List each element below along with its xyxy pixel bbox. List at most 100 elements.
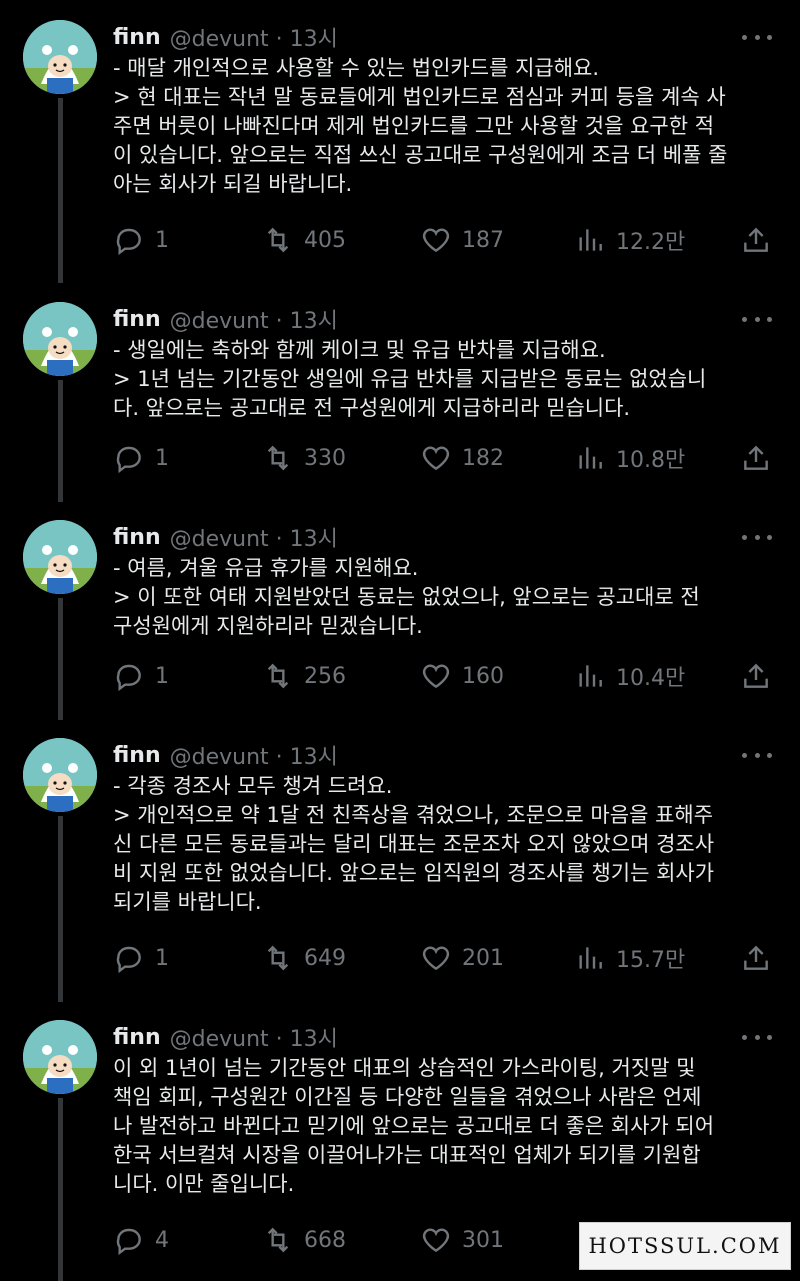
retweet-icon: [267, 445, 289, 471]
tweet-header: finn @devunt · 13시: [113, 739, 338, 771]
reply-icon: [116, 228, 141, 256]
like-count: 182: [462, 445, 504, 471]
views-chart-icon: [579, 947, 602, 969]
views-button[interactable]: 15.7만: [574, 938, 685, 978]
display-name[interactable]: finn: [113, 25, 161, 50]
views-button[interactable]: 10.8만: [574, 438, 685, 478]
reply-icon: [116, 946, 141, 974]
like-count: 201: [462, 945, 504, 971]
share-icon[interactable]: [740, 224, 772, 256]
reply-button[interactable]: 1: [113, 220, 169, 260]
tweet[interactable]: finn @devunt · 13시 - 각종 경조사 모두 챙겨 드려요. >…: [0, 738, 800, 988]
tweet-text: - 여름, 겨울 유급 휴가를 지원해요. > 이 또한 여태 지원받았던 동료…: [113, 556, 700, 638]
like-button[interactable]: 160: [420, 656, 504, 696]
retweet-count: 256: [304, 663, 346, 689]
tweet-actions: 1 649 201 15.7만: [0, 938, 800, 978]
share-icon[interactable]: [740, 442, 772, 474]
handle-and-time[interactable]: @devunt · 13시: [170, 1021, 338, 1053]
reply-button[interactable]: 4: [113, 1220, 169, 1260]
reply-count: 1: [155, 227, 169, 253]
view-count: 15.7만: [616, 948, 686, 973]
views-button[interactable]: 12.2만: [574, 220, 685, 260]
retweet-count: 330: [304, 445, 346, 471]
avatar[interactable]: [23, 1020, 97, 1094]
tweet-text: 이 외 1년이 넘는 기간동안 대표의 상습적인 가스라이팅, 거짓말 및 책임…: [113, 1056, 715, 1196]
avatar[interactable]: [23, 520, 97, 594]
more-options-icon[interactable]: [742, 1022, 772, 1052]
views-chart-icon: [579, 665, 602, 687]
tweet[interactable]: finn @devunt · 13시 - 매달 개인적으로 사용할 수 있는 법…: [0, 20, 800, 270]
reply-count: 4: [155, 1227, 169, 1253]
reply-button[interactable]: 1: [113, 656, 169, 696]
views-chart-icon: [579, 447, 602, 469]
reply-icon: [116, 664, 141, 692]
tweet[interactable]: finn @devunt · 13시 - 생일에는 축하와 함께 케이크 및 유…: [0, 302, 800, 502]
tweet-header: finn @devunt · 13시: [113, 521, 338, 553]
reply-count: 1: [155, 945, 169, 971]
like-count: 301: [462, 1227, 504, 1253]
share-icon[interactable]: [740, 942, 772, 974]
heart-icon: [422, 1228, 450, 1253]
handle-and-time[interactable]: @devunt · 13시: [170, 303, 338, 335]
retweet-button[interactable]: 405: [262, 220, 346, 260]
tweet-actions: 1 330 182 10.8만: [0, 438, 800, 478]
reply-icon: [116, 1228, 141, 1256]
retweet-icon: [267, 1227, 289, 1253]
reply-button[interactable]: 1: [113, 938, 169, 978]
retweet-icon: [267, 227, 289, 253]
like-count: 160: [462, 663, 504, 689]
tweet-header: finn @devunt · 13시: [113, 303, 338, 335]
view-count: 12.2만: [616, 230, 686, 255]
tweet-header: finn @devunt · 13시: [113, 1021, 338, 1053]
tweet-actions: 1 256 160 10.4만: [0, 656, 800, 696]
handle-and-time[interactable]: @devunt · 13시: [170, 21, 338, 53]
like-count: 187: [462, 227, 504, 253]
more-options-icon[interactable]: [742, 740, 772, 770]
retweet-count: 649: [304, 945, 346, 971]
display-name[interactable]: finn: [113, 525, 161, 550]
tweet-text: - 매달 개인적으로 사용할 수 있는 법인카드를 지급해요. > 현 대표는 …: [113, 56, 728, 196]
retweet-button[interactable]: 668: [262, 1220, 346, 1260]
display-name[interactable]: finn: [113, 743, 161, 768]
reply-count: 1: [155, 445, 169, 471]
watermark: HOTSSUL.COM: [579, 1222, 791, 1270]
avatar[interactable]: [23, 20, 97, 94]
heart-icon: [422, 946, 450, 971]
tweet-header: finn @devunt · 13시: [113, 21, 338, 53]
views-button[interactable]: 10.4만: [574, 656, 685, 696]
retweet-count: 668: [304, 1227, 346, 1253]
heart-icon: [422, 446, 450, 471]
share-icon[interactable]: [740, 660, 772, 692]
heart-icon: [422, 664, 450, 689]
view-count: 10.4만: [616, 666, 686, 691]
handle-and-time[interactable]: @devunt · 13시: [170, 739, 338, 771]
view-count: 10.8만: [616, 448, 686, 473]
more-options-icon[interactable]: [742, 522, 772, 552]
more-options-icon[interactable]: [742, 304, 772, 334]
display-name[interactable]: finn: [113, 1025, 161, 1050]
like-button[interactable]: 187: [420, 220, 504, 260]
retweet-button[interactable]: 649: [262, 938, 346, 978]
reply-count: 1: [155, 663, 169, 689]
more-options-icon[interactable]: [742, 22, 772, 52]
retweet-count: 405: [304, 227, 346, 253]
retweet-button[interactable]: 256: [262, 656, 346, 696]
display-name[interactable]: finn: [113, 307, 161, 332]
avatar[interactable]: [23, 738, 97, 812]
reply-button[interactable]: 1: [113, 438, 169, 478]
retweet-icon: [267, 945, 289, 971]
retweet-button[interactable]: 330: [262, 438, 346, 478]
tweet-actions: 1 405 187 12.2만: [0, 220, 800, 260]
tweet[interactable]: finn @devunt · 13시 - 여름, 겨울 유급 휴가를 지원해요.…: [0, 520, 800, 720]
heart-icon: [422, 228, 450, 253]
like-button[interactable]: 301: [420, 1220, 504, 1260]
tweet-text: - 각종 경조사 모두 챙겨 드려요. > 개인적으로 약 1달 전 친족상을 …: [113, 774, 715, 914]
like-button[interactable]: 182: [420, 438, 504, 478]
handle-and-time[interactable]: @devunt · 13시: [170, 521, 338, 553]
reply-icon: [116, 446, 141, 474]
avatar[interactable]: [23, 302, 97, 376]
like-button[interactable]: 201: [420, 938, 504, 978]
views-chart-icon: [579, 229, 602, 251]
tweet-text: - 생일에는 축하와 함께 케이크 및 유급 반차를 지급해요. > 1년 넘는…: [113, 338, 707, 420]
retweet-icon: [267, 663, 289, 689]
